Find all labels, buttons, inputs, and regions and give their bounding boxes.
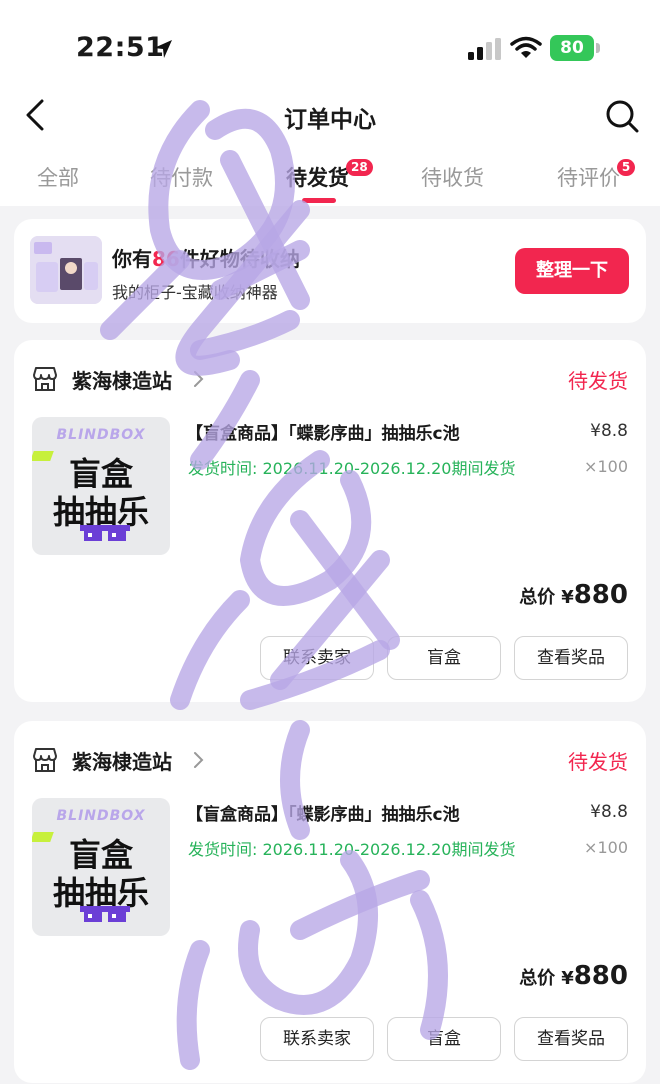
thumb-brand: BLINDBOX (56, 808, 146, 824)
order-total: 总价 ¥880 (519, 961, 628, 991)
order-status: 待发货 (568, 750, 628, 774)
total-amount: 880 (573, 580, 628, 610)
battery-level: 80 (560, 38, 584, 58)
search-icon[interactable] (604, 98, 640, 134)
organize-button[interactable]: 整理一下 (515, 248, 629, 294)
header-area: 22:51 80 订单中心 全部 待付款 待发货 28 待收货 待评价 5 (0, 0, 660, 206)
battery-icon: 80 (550, 35, 600, 61)
tab-badge-pending-review: 5 (617, 159, 635, 176)
tab-pending-shipment[interactable]: 待发货 (286, 162, 349, 192)
ship-time: 发货时间: 2026.11.20-2026.12.20期间发货 (188, 459, 516, 478)
chevron-right-icon[interactable] (190, 749, 206, 771)
tab-badge-pending-shipment: 28 (346, 159, 373, 176)
promo-suffix: 件好物待收纳 (179, 247, 300, 271)
product-thumbnail[interactable]: BLINDBOX 盲盒 抽抽乐 (32, 417, 170, 555)
pixel-glasses-icon (80, 525, 130, 541)
order-total: 总价 ¥880 (519, 580, 628, 610)
pixel-glasses-icon (80, 906, 130, 922)
storage-promo-card[interactable]: 你有86件好物待收纳 我的柜子-宝藏收纳神器 整理一下 (14, 219, 646, 323)
tab-pending-review[interactable]: 待评价 (557, 162, 620, 192)
tab-all[interactable]: 全部 (37, 162, 79, 192)
order-tabs: 全部 待付款 待发货 28 待收货 待评价 5 (0, 150, 660, 206)
signal-icon (468, 38, 501, 60)
item-title[interactable]: 【盲盒商品】「蝶影序曲」抽抽乐c池 (186, 800, 460, 825)
item-price: ¥8.8 (590, 802, 628, 822)
contact-seller-button[interactable]: 联系卖家 (260, 1017, 374, 1061)
battery-cap (596, 43, 600, 53)
thumb-brand: BLINDBOX (56, 427, 146, 443)
order-card[interactable]: 紫海棣造站 待发货 BLINDBOX 盲盒 抽抽乐 【盲盒商品】「蝶影序曲」抽抽… (14, 721, 646, 1083)
chevron-right-icon[interactable] (190, 368, 206, 390)
promo-headline: 你有86件好物待收纳 (112, 243, 300, 272)
total-label: 总价 (519, 968, 556, 989)
shop-name[interactable]: 紫海棣造站 (72, 365, 172, 394)
shop-icon[interactable] (30, 364, 60, 394)
order-card[interactable]: 紫海棣造站 待发货 BLINDBOX 盲盒 抽抽乐 【盲盒商品】「蝶影序曲」抽抽… (14, 340, 646, 702)
nav-bar: 订单中心 (0, 90, 660, 140)
promo-count: 86 (152, 247, 180, 271)
total-amount: 880 (573, 961, 628, 991)
total-currency: ¥ (561, 587, 574, 608)
item-quantity: ×100 (584, 457, 628, 476)
item-title[interactable]: 【盲盒商品】「蝶影序曲」抽抽乐c池 (186, 419, 460, 444)
total-label: 总价 (519, 587, 556, 608)
product-thumbnail[interactable]: BLINDBOX 盲盒 抽抽乐 (32, 798, 170, 936)
blindbox-button[interactable]: 盲盒 (387, 636, 501, 680)
item-quantity: ×100 (584, 838, 628, 857)
status-bar: 22:51 80 (0, 0, 660, 96)
contact-seller-button[interactable]: 联系卖家 (260, 636, 374, 680)
location-arrow-icon (154, 40, 172, 58)
cabinet-thumbnail (30, 236, 102, 304)
wifi-icon (510, 36, 542, 58)
cabinet-image-icon (30, 236, 102, 304)
item-price: ¥8.8 (590, 421, 628, 441)
promo-prefix: 你有 (112, 247, 152, 271)
tab-pending-payment[interactable]: 待付款 (150, 162, 213, 192)
tab-pending-receipt[interactable]: 待收货 (421, 162, 484, 192)
shop-icon[interactable] (30, 745, 60, 775)
shop-name[interactable]: 紫海棣造站 (72, 746, 172, 775)
blindbox-button[interactable]: 盲盒 (387, 1017, 501, 1061)
active-tab-indicator (302, 198, 336, 203)
order-status: 待发货 (568, 369, 628, 393)
view-prizes-button[interactable]: 查看奖品 (514, 636, 628, 680)
ship-time: 发货时间: 2026.11.20-2026.12.20期间发货 (188, 840, 516, 859)
page-title: 订单中心 (284, 107, 376, 133)
total-currency: ¥ (561, 968, 574, 989)
view-prizes-button[interactable]: 查看奖品 (514, 1017, 628, 1061)
promo-subtitle: 我的柜子-宝藏收纳神器 (112, 283, 278, 302)
